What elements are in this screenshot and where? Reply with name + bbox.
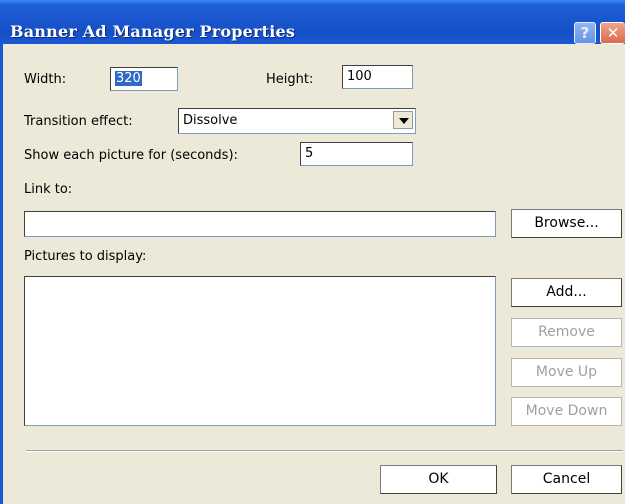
browse-button[interactable]: Browse... xyxy=(511,209,622,238)
transition-select[interactable]: Dissolve xyxy=(178,108,416,134)
separator xyxy=(26,450,623,452)
link-input[interactable] xyxy=(24,211,496,237)
width-input[interactable]: 320 xyxy=(110,67,178,91)
pictures-label: Pictures to display: xyxy=(24,249,147,264)
window-border xyxy=(0,44,3,504)
close-icon[interactable]: ✕ xyxy=(600,22,625,44)
pictures-list[interactable] xyxy=(24,276,496,426)
transition-value: Dissolve xyxy=(183,113,238,128)
show-duration-label: Show each picture for (seconds): xyxy=(24,148,238,163)
show-duration-input[interactable]: 5 xyxy=(300,142,413,166)
cancel-button[interactable]: Cancel xyxy=(511,465,622,494)
height-input[interactable]: 100 xyxy=(342,65,413,89)
dialog-window: Banner Ad Manager Properties ? ✕ Width: … xyxy=(0,0,625,504)
height-label: Height: xyxy=(266,72,314,87)
help-icon[interactable]: ? xyxy=(574,22,596,44)
width-label: Width: xyxy=(24,72,67,87)
chevron-down-icon[interactable] xyxy=(393,111,413,129)
width-value: 320 xyxy=(115,71,142,86)
link-label: Link to: xyxy=(24,182,73,197)
move-down-button[interactable]: Move Down xyxy=(511,397,622,426)
transition-label: Transition effect: xyxy=(24,114,133,129)
add-button[interactable]: Add... xyxy=(511,278,622,307)
window-title: Banner Ad Manager Properties xyxy=(10,22,296,41)
ok-button[interactable]: OK xyxy=(380,465,497,494)
title-bar[interactable]: Banner Ad Manager Properties ? ✕ xyxy=(0,0,625,44)
move-up-button[interactable]: Move Up xyxy=(511,358,622,387)
remove-button[interactable]: Remove xyxy=(511,318,622,347)
